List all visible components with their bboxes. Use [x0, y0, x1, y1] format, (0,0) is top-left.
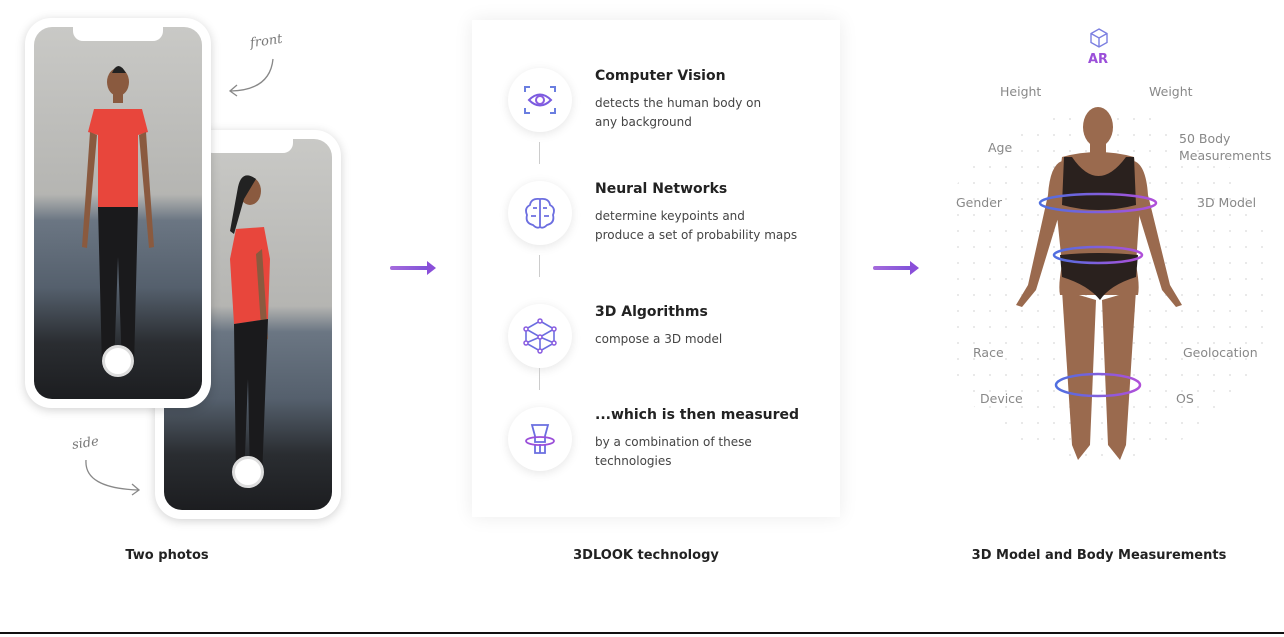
race-label: Race: [973, 345, 1004, 360]
front-label: front: [249, 31, 284, 52]
gender-label: Gender: [956, 195, 1003, 210]
front-photo-phone: [25, 18, 211, 408]
step-title: 3D Algorithms: [595, 304, 708, 320]
weight-label: Weight: [1149, 84, 1193, 99]
ar-cube-icon: [1090, 28, 1108, 48]
body-measurements-line: Measurements: [1179, 148, 1272, 163]
step-connector: [539, 142, 540, 164]
front-person-figure: [82, 66, 154, 367]
shutter-button[interactable]: [102, 345, 134, 377]
side-label: side: [71, 434, 100, 453]
os-label: OS: [1176, 391, 1194, 406]
step-desc-line: any background: [595, 115, 692, 129]
device-label: Device: [980, 391, 1023, 406]
technology-card: Computer Vision detects the human body o…: [472, 20, 840, 517]
eye-scan-icon: [508, 68, 572, 132]
front-curved-arrow: [228, 58, 274, 97]
step-desc-line: produce a set of probability maps: [595, 228, 798, 242]
shutter-button[interactable]: [232, 456, 264, 488]
side-curved-arrow: [85, 459, 141, 496]
age-label: Age: [988, 140, 1013, 155]
body-measurements-line: 50 Body: [1179, 131, 1231, 146]
model-caption: 3D Model and Body Measurements: [971, 548, 1227, 563]
step-title: Neural Networks: [595, 181, 728, 197]
height-label: Height: [1000, 84, 1042, 99]
3d-model-label: 3D Model: [1197, 195, 1257, 210]
two-photos-caption: Two photos: [125, 548, 209, 563]
geolocation-label: Geolocation: [1183, 345, 1258, 360]
front-photo: [34, 27, 202, 399]
flow-arrow-1: [390, 261, 436, 275]
flow-arrow-2: [873, 261, 919, 275]
step-desc-line: by a combination of these: [595, 435, 752, 449]
phone-notch: [73, 27, 163, 41]
step-title: Computer Vision: [595, 68, 726, 84]
step-desc-line: detects the human body on: [595, 96, 762, 110]
step-desc-line: determine keypoints and: [595, 209, 745, 223]
body-measurements-label: 50 Body Measurements: [1179, 130, 1271, 164]
brain-icon: [508, 181, 572, 245]
ar-label: AR: [1087, 52, 1109, 67]
step-connector: [539, 368, 540, 390]
step-desc-line: technologies: [595, 454, 672, 468]
body-measure-icon: [508, 407, 572, 471]
step-connector: [539, 255, 540, 277]
technology-caption: 3DLOOK technology: [573, 548, 719, 563]
step-title: ...which is then measured: [595, 407, 800, 423]
bottom-divider: [0, 632, 1284, 634]
3d-cube-icon: [508, 304, 572, 368]
step-desc-line: compose a 3D model: [595, 332, 723, 346]
phone-notch: [203, 139, 293, 153]
